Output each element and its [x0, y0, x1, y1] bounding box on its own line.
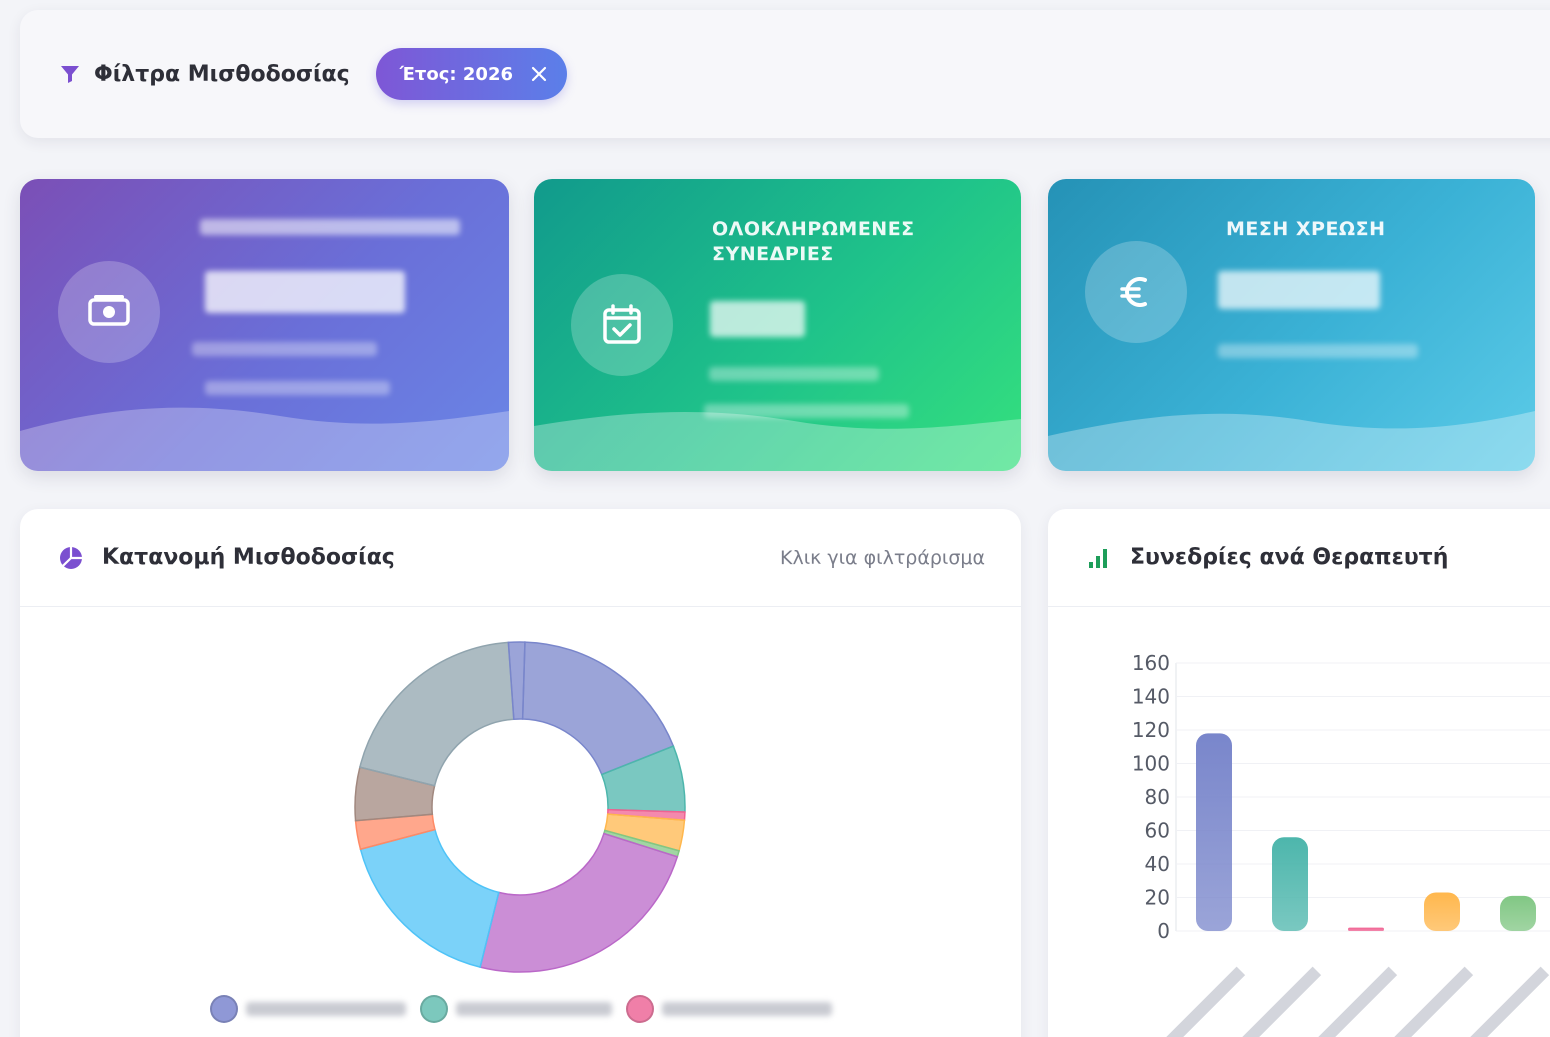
- y-tick-label: 140: [1132, 685, 1170, 709]
- redacted-card-subtext: [1218, 344, 1418, 358]
- panel-title: Συνεδρίες ανά Θεραπευτή: [1086, 545, 1448, 571]
- stat-card-completed-sessions[interactable]: ΟΛΟΚΛΗΡΩΜΕΝΕΣ ΣΥΝΕΔΡΙΕΣ: [534, 179, 1021, 471]
- redacted-x-label: [1165, 966, 1246, 1037]
- legend-swatch: [420, 995, 448, 1023]
- redacted-x-label: [1469, 966, 1550, 1037]
- bar-chart-icon: [1089, 548, 1107, 568]
- bar[interactable]: [1348, 927, 1384, 931]
- legend-swatch: [210, 995, 238, 1023]
- filter-bar: Φίλτρα Μισθοδοσίας Έτος: 2026: [20, 10, 1550, 138]
- bar[interactable]: [1196, 733, 1232, 931]
- bar[interactable]: [1500, 895, 1536, 931]
- stat-card-total-payroll[interactable]: [20, 179, 509, 471]
- redacted-x-label: [1317, 966, 1398, 1037]
- card-wave-decoration: [1048, 411, 1535, 471]
- donut-legend: [210, 995, 832, 1023]
- redacted-card-subtext: [205, 381, 390, 395]
- y-tick-label: 160: [1132, 651, 1170, 675]
- close-icon[interactable]: [529, 64, 549, 84]
- sessions-per-therapist-panel: Συνεδρίες ανά Θεραπευτή 0 20 40 60 80 100 120 1…: [1048, 509, 1550, 1037]
- legend-item[interactable]: [210, 995, 406, 1023]
- legend-item[interactable]: [626, 995, 832, 1023]
- redacted-legend-label: [246, 1002, 406, 1016]
- card-label: ΟΛΟΚΛΗΡΩΜΕΝΕΣ ΣΥΝΕΔΡΙΕΣ: [712, 218, 915, 265]
- stat-card-average-charge[interactable]: ΜΕΣΗ ΧΡΕΩΣΗ: [1048, 179, 1535, 471]
- donut-slice[interactable]: [359, 828, 500, 969]
- bar[interactable]: [1424, 892, 1460, 931]
- panel-header: Κατανομή Μισθοδοσίας Κλικ για φιλτράρισμ…: [20, 509, 1021, 607]
- y-tick-label: 40: [1145, 852, 1170, 876]
- filter-title: Φίλτρα Μισθοδοσίας: [58, 62, 350, 87]
- redacted-card-subtext: [704, 404, 909, 418]
- redacted-card-value: [710, 301, 805, 337]
- sessions-bar-chart[interactable]: 0 20 40 60 80 100 120 140 160: [1108, 649, 1550, 1037]
- y-tick-label: 120: [1132, 718, 1170, 742]
- payroll-dashboard: Φίλτρα Μισθοδοσίας Έτος: 2026 ΟΛΟΚΛΗΡΩΜΕ…: [0, 0, 1550, 1037]
- payroll-donut-chart[interactable]: [350, 637, 690, 977]
- redacted-card-subtext: [192, 342, 377, 356]
- calendar-check-icon: [603, 304, 641, 344]
- card-wave-decoration: [534, 411, 1021, 471]
- money-icon: [88, 295, 130, 326]
- donut-slice[interactable]: [358, 641, 515, 787]
- card-icon-circle: [571, 274, 673, 376]
- y-tick-label: 0: [1157, 919, 1170, 943]
- legend-swatch: [626, 995, 654, 1023]
- legend-item[interactable]: [420, 995, 612, 1023]
- panel-title-text: Κατανομή Μισθοδοσίας: [102, 545, 395, 570]
- panel-title: Κατανομή Μισθοδοσίας: [58, 545, 395, 571]
- redacted-x-label: [1241, 966, 1322, 1037]
- y-tick-label: 60: [1145, 819, 1170, 843]
- panel-title-text: Συνεδρίες ανά Θεραπευτή: [1130, 545, 1449, 570]
- bar[interactable]: [1272, 837, 1308, 931]
- y-tick-label: 20: [1145, 886, 1170, 910]
- filter-title-text: Φίλτρα Μισθοδοσίας: [94, 61, 350, 87]
- redacted-legend-label: [456, 1002, 612, 1016]
- filter-icon: [61, 66, 79, 83]
- year-filter-chip-label: Έτος: 2026: [399, 63, 513, 85]
- redacted-legend-label: [662, 1002, 832, 1016]
- y-tick-label: 80: [1145, 785, 1170, 809]
- redacted-x-label: [1393, 966, 1474, 1037]
- redacted-card-value: [205, 271, 405, 313]
- year-filter-chip[interactable]: Έτος: 2026: [375, 48, 567, 100]
- redacted-card-subtext: [709, 367, 879, 381]
- y-tick-label: 100: [1132, 752, 1170, 776]
- card-icon-circle: [58, 261, 160, 363]
- card-icon-circle: [1085, 241, 1187, 343]
- redacted-card-value: [1218, 271, 1380, 309]
- euro-icon: [1120, 277, 1147, 307]
- pie-chart-icon: [60, 546, 82, 569]
- donut-slice[interactable]: [479, 832, 679, 973]
- panel-header: Συνεδρίες ανά Θεραπευτή: [1048, 509, 1550, 607]
- card-label: ΜΕΣΗ ΧΡΕΩΣΗ: [1226, 218, 1386, 240]
- filter-hint: Κλικ για φιλτράρισμα: [780, 546, 985, 569]
- payroll-distribution-panel: Κατανομή Μισθοδοσίας Κλικ για φιλτράρισμ…: [20, 509, 1021, 1037]
- redacted-card-label: [200, 219, 460, 235]
